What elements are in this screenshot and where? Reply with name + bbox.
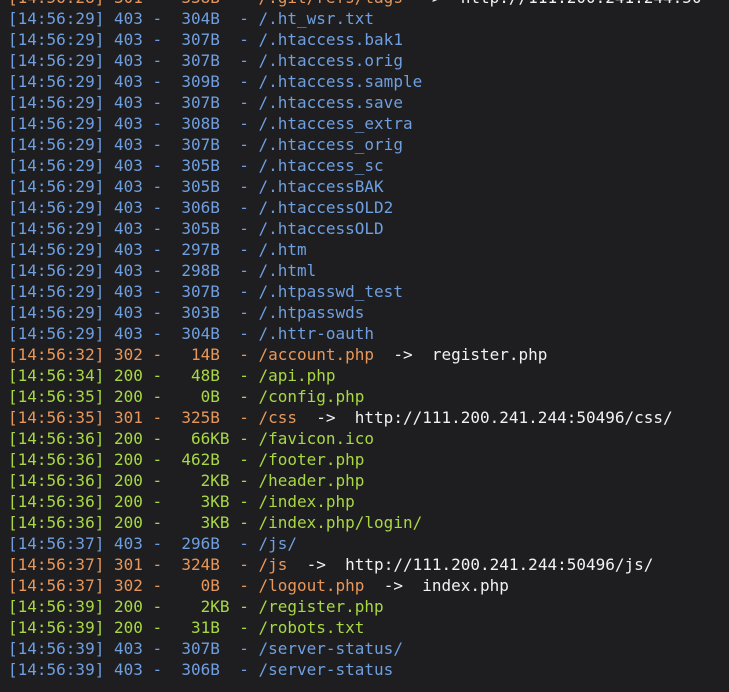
log-line: [14:56:29] 403 - 307B - /.htaccess.save	[8, 92, 702, 113]
log-line: [14:56:36] 200 - 3KB - /index.php	[8, 491, 702, 512]
log-entry-text: [14:56:35] 301 - 325B - /css	[8, 408, 297, 427]
log-line: [14:56:29] 403 - 307B - /.htpasswd_test	[8, 281, 702, 302]
redirect-target: http://111.200.241.244:50496/css/	[354, 408, 673, 427]
log-line: [14:56:35] 301 - 325B - /css -> http://1…	[8, 407, 702, 428]
log-line: [14:56:29] 403 - 304B - /.httr-oauth	[8, 323, 702, 344]
log-line: [14:56:37] 301 - 324B - /js -> http://11…	[8, 554, 702, 575]
log-line: [14:56:29] 403 - 305B - /.htaccessBAK	[8, 176, 702, 197]
log-line: [14:56:29] 403 - 309B - /.htaccess.sampl…	[8, 71, 702, 92]
log-line: [14:56:29] 403 - 306B - /.htaccessOLD2	[8, 197, 702, 218]
log-line: [14:56:29] 403 - 307B - /.htaccess.orig	[8, 50, 702, 71]
log-entry-text: [14:56:37] 403 - 296B - /js/	[8, 534, 297, 553]
redirect-target: http://111.200.241.244:50	[461, 0, 702, 7]
log-entry-text: [14:56:35] 200 - 0B - /config.php	[8, 387, 365, 406]
log-entry-text: [14:56:36] 200 - 2KB - /header.php	[8, 471, 365, 490]
log-line: [14:56:34] 200 - 48B - /api.php	[8, 365, 702, 386]
log-line: [14:56:29] 403 - 297B - /.htm	[8, 239, 702, 260]
log-line: [14:56:32] 302 - 14B - /account.php -> r…	[8, 344, 702, 365]
log-entry-text: [14:56:39] 403 - 307B - /server-status/	[8, 639, 403, 658]
log-entry-text: [14:56:29] 403 - 305B - /.htaccessOLD	[8, 219, 384, 238]
log-entry-text: [14:56:36] 200 - 3KB - /index.php	[8, 492, 355, 511]
log-entry-text: [14:56:36] 200 - 462B - /footer.php	[8, 450, 365, 469]
log-entry-text: [14:56:39] 200 - 2KB - /register.php	[8, 597, 384, 616]
log-entry-text: [14:56:29] 403 - 308B - /.htaccess_extra	[8, 114, 413, 133]
log-line: [14:56:29] 403 - 305B - /.htaccessOLD	[8, 218, 702, 239]
redirect-arrow: ->	[374, 345, 432, 364]
redirect-target: index.php	[422, 576, 509, 595]
log-entry-text: [14:56:32] 302 - 14B - /account.php	[8, 345, 375, 364]
log-entry-text: [14:56:29] 403 - 306B - /.htaccessOLD2	[8, 198, 394, 217]
log-entry-text: [14:56:29] 403 - 307B - /.htaccess.save	[8, 93, 403, 112]
redirect-arrow: ->	[364, 576, 423, 595]
log-line: [14:56:29] 403 - 298B - /.html	[8, 260, 702, 281]
redirect-arrow: ->	[296, 408, 355, 427]
redirect-arrow: ->	[287, 555, 346, 574]
log-line: [14:56:36] 200 - 3KB - /index.php/login/	[8, 512, 702, 533]
log-line: [14:56:36] 200 - 2KB - /header.php	[8, 470, 702, 491]
redirect-target: register.php	[431, 345, 548, 364]
log-entry-text: [14:56:37] 302 - 0B - /logout.php	[8, 576, 365, 595]
log-entry-text: [14:56:37] 301 - 324B - /js	[8, 555, 288, 574]
log-line: [14:56:39] 403 - 307B - /server-status/	[8, 638, 702, 659]
log-entry-text: [14:56:29] 403 - 309B - /.htaccess.sampl…	[8, 72, 423, 91]
log-line: [14:56:37] 302 - 0B - /logout.php -> ind…	[8, 575, 702, 596]
log-line: [14:56:29] 403 - 307B - /.htaccess.bak1	[8, 29, 702, 50]
log-entry-text: [14:56:29] 403 - 305B - /.htaccessBAK	[8, 177, 384, 196]
log-entry-text: [14:56:34] 200 - 48B - /api.php	[8, 366, 336, 385]
log-line: [14:56:36] 200 - 462B - /footer.php	[8, 449, 702, 470]
log-line: [14:56:39] 403 - 306B - /server-status	[8, 659, 702, 680]
log-line: [14:56:28] 301 - 338B - /.git/refs/tags …	[8, 0, 702, 8]
log-entry-text: [14:56:36] 200 - 3KB - /index.php/login/	[8, 513, 423, 532]
log-line: [14:56:37] 403 - 296B - /js/	[8, 533, 702, 554]
log-entry-text: [14:56:29] 403 - 304B - /.httr-oauth	[8, 324, 375, 343]
log-line: [14:56:29] 403 - 308B - /.htaccess_extra	[8, 113, 702, 134]
log-entry-text: [14:56:28] 301 - 338B - /.git/refs/tags	[8, 0, 403, 7]
log-line: [14:56:36] 200 - 66KB - /favicon.ico	[8, 428, 702, 449]
log-entry-text: [14:56:29] 403 - 305B - /.htaccess_sc	[8, 156, 384, 175]
log-line: [14:56:29] 403 - 305B - /.htaccess_sc	[8, 155, 702, 176]
redirect-target: http://111.200.241.244:50496/js/	[345, 555, 654, 574]
log-entry-text: [14:56:29] 403 - 307B - /.htaccess_orig	[8, 135, 403, 154]
log-entry-text: [14:56:39] 200 - 31B - /robots.txt	[8, 618, 365, 637]
log-line: [14:56:29] 403 - 304B - /.ht_wsr.txt	[8, 8, 702, 29]
log-entry-text: [14:56:29] 403 - 307B - /.htpasswd_test	[8, 282, 403, 301]
log-entry-text: [14:56:29] 403 - 298B - /.html	[8, 261, 317, 280]
log-entry-text: [14:56:29] 403 - 297B - /.htm	[8, 240, 307, 259]
log-line: [14:56:39] 200 - 2KB - /register.php	[8, 596, 702, 617]
redirect-arrow: ->	[403, 0, 461, 7]
log-entry-text: [14:56:29] 403 - 303B - /.htpasswds	[8, 303, 365, 322]
log-entry-text: [14:56:29] 403 - 304B - /.ht_wsr.txt	[8, 9, 375, 28]
log-line: [14:56:29] 403 - 307B - /.htaccess_orig	[8, 134, 702, 155]
log-entry-text: [14:56:36] 200 - 66KB - /favicon.ico	[8, 429, 375, 448]
log-line: [14:56:29] 403 - 303B - /.htpasswds	[8, 302, 702, 323]
scan-log: [14:56:28] 301 - 338B - /.git/refs/tags …	[8, 0, 702, 680]
log-line: [14:56:39] 200 - 31B - /robots.txt	[8, 617, 702, 638]
log-entry-text: [14:56:29] 403 - 307B - /.htaccess.bak1	[8, 30, 403, 49]
log-entry-text: [14:56:39] 403 - 306B - /server-status	[8, 660, 394, 679]
log-line: [14:56:35] 200 - 0B - /config.php	[8, 386, 702, 407]
log-entry-text: [14:56:29] 403 - 307B - /.htaccess.orig	[8, 51, 403, 70]
terminal-window[interactable]: [14:56:28] 301 - 338B - /.git/refs/tags …	[0, 0, 729, 692]
